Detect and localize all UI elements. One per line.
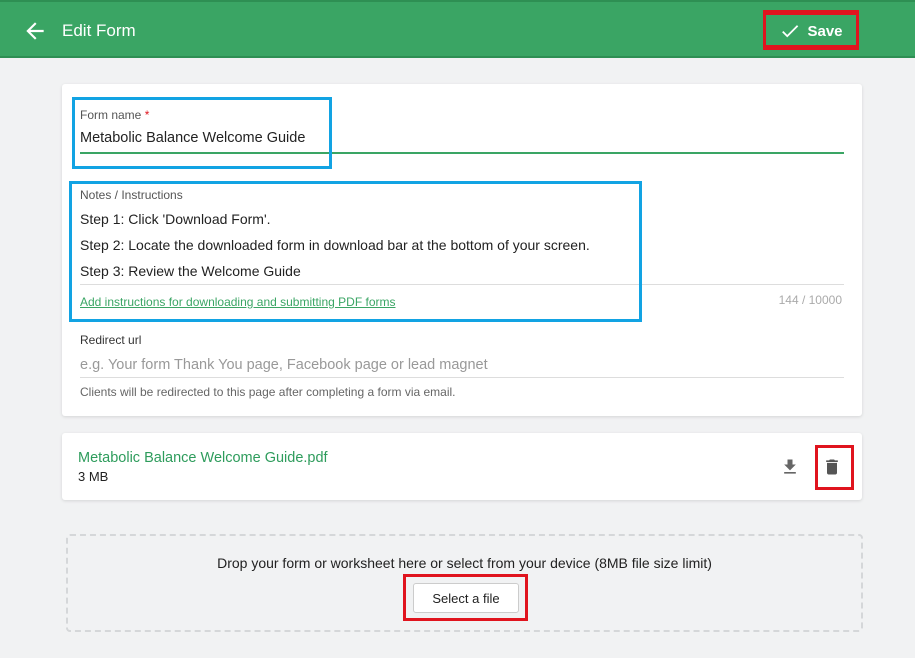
- redirect-url-label: Redirect url: [80, 333, 142, 347]
- redirect-divider: [80, 377, 844, 378]
- required-mark: *: [144, 108, 150, 122]
- redirect-help-text: Clients will be redirected to this page …: [80, 385, 456, 399]
- uploaded-file-card: Metabolic Balance Welcome Guide.pdf 3 MB: [62, 433, 862, 500]
- form-name-underline: [80, 152, 844, 154]
- top-bar: Edit Form Save: [0, 0, 915, 58]
- notes-label: Notes / Instructions: [80, 188, 183, 202]
- check-icon: [782, 25, 799, 38]
- form-name-input[interactable]: Metabolic Balance Welcome Guide: [80, 130, 305, 146]
- dropzone-text: Drop your form or worksheet here or sele…: [217, 555, 712, 571]
- notes-line-3[interactable]: Step 3: Review the Welcome Guide: [80, 263, 301, 279]
- trash-icon[interactable]: [822, 457, 842, 477]
- redirect-url-input[interactable]: [80, 354, 844, 376]
- save-button[interactable]: Save: [763, 12, 859, 50]
- notes-line-1[interactable]: Step 1: Click 'Download Form'.: [80, 211, 271, 227]
- page-title: Edit Form: [62, 21, 136, 40]
- notes-char-counter: 144 / 10000: [778, 293, 842, 307]
- save-label: Save: [807, 22, 843, 40]
- file-name-link[interactable]: Metabolic Balance Welcome Guide.pdf: [78, 450, 328, 466]
- notes-line-2[interactable]: Step 2: Locate the downloaded form in do…: [80, 237, 590, 253]
- notes-divider: [80, 284, 844, 285]
- form-details-card: Form name * Metabolic Balance Welcome Gu…: [62, 84, 862, 416]
- download-icon[interactable]: [780, 457, 800, 477]
- form-name-label: Form name *: [80, 108, 149, 122]
- notes-help-link[interactable]: Add instructions for downloading and sub…: [80, 295, 396, 309]
- select-file-button[interactable]: Select a file: [413, 583, 519, 613]
- file-dropzone[interactable]: Drop your form or worksheet here or sele…: [66, 534, 863, 632]
- back-arrow-icon[interactable]: [22, 18, 48, 44]
- form-name-label-text: Form name: [80, 108, 142, 122]
- file-size: 3 MB: [78, 469, 109, 484]
